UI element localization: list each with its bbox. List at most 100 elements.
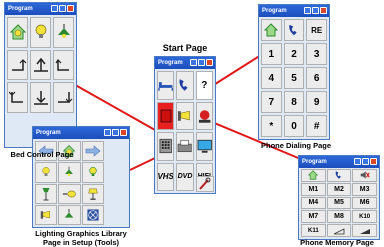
phone-button[interactable] (176, 71, 194, 100)
close-button[interactable] (320, 7, 327, 14)
lighting-caption-line2: Page in Setup (Tools) (42, 238, 120, 247)
minimize-button[interactable] (51, 5, 58, 12)
lighting-caption-line1: Lighting Graphics Library (35, 229, 127, 238)
bed-up-button[interactable] (30, 49, 51, 80)
table-lamp-icon (88, 188, 98, 200)
minimize-button[interactable] (304, 7, 311, 14)
spotlight-button[interactable] (58, 183, 81, 204)
close-button[interactable] (120, 129, 127, 136)
bed-up-right-button[interactable] (53, 49, 74, 80)
lighting-button[interactable] (157, 101, 175, 130)
memory-m4-button[interactable]: M4 (301, 196, 326, 210)
key-5-button[interactable]: 5 (283, 67, 305, 89)
memory-label: M5 (334, 199, 344, 207)
bed-down-left-button[interactable] (7, 82, 28, 113)
memory-m5-button[interactable]: M5 (326, 196, 352, 210)
key-8-button[interactable]: 8 (283, 91, 305, 113)
vhs-button[interactable]: VHS (157, 162, 175, 191)
tv-button[interactable] (195, 132, 213, 161)
wall-lamp-icon (178, 110, 191, 121)
bulb-green-button[interactable] (81, 162, 104, 183)
memory-m3-button[interactable]: M3 (352, 182, 377, 196)
key-label: 8 (291, 96, 297, 108)
key-9-button[interactable]: 9 (306, 91, 327, 113)
bed-icon (158, 82, 174, 91)
key-hash-button[interactable]: # (306, 115, 327, 137)
memory-m6-button[interactable]: M6 (352, 196, 377, 210)
minimize-button[interactable] (190, 59, 197, 66)
memory-m2-button[interactable]: M2 (326, 182, 352, 196)
house-icon (264, 23, 279, 37)
phone-dialing-button[interactable] (157, 132, 175, 161)
key-2-button[interactable]: 2 (283, 43, 305, 65)
volume-down-icon (333, 227, 345, 234)
key-3-button[interactable]: 3 (306, 43, 327, 65)
volume-up-icon (359, 228, 370, 234)
help-info-button[interactable]: ? (195, 71, 213, 100)
wall-lamp-button[interactable] (35, 204, 58, 225)
close-button[interactable] (370, 158, 377, 165)
key-1-button[interactable]: 1 (261, 43, 282, 65)
ceiling-lamp-button[interactable] (58, 162, 81, 183)
ceiling-lamp-button[interactable] (53, 17, 74, 48)
bed-down-right-button[interactable] (53, 82, 74, 113)
fax-button[interactable] (176, 132, 194, 161)
phone-icon (289, 24, 297, 36)
titlebar: Program (155, 57, 215, 69)
dvd-button[interactable]: DVD (176, 162, 194, 191)
house-icon (308, 170, 319, 181)
help-button[interactable] (59, 5, 66, 12)
key-4-button[interactable]: 4 (261, 67, 282, 89)
key-7-button[interactable]: 7 (261, 91, 282, 113)
vhs-label: VHS (157, 172, 174, 182)
setup-tools-button[interactable] (196, 176, 214, 192)
memory-k11-button[interactable]: K11 (301, 224, 326, 237)
home-button[interactable] (261, 19, 282, 41)
minimize-button[interactable] (354, 158, 361, 165)
home-button[interactable] (7, 17, 28, 48)
bed-arrow-up-right-icon (55, 58, 69, 71)
floor-lamp-button[interactable] (35, 183, 58, 204)
memory-label: M3 (359, 185, 370, 193)
key-star-button[interactable]: * (261, 115, 282, 137)
volume-up-button[interactable] (352, 224, 377, 237)
help-button[interactable] (112, 129, 119, 136)
memory-m1-button[interactable]: M1 (301, 182, 326, 196)
help-button[interactable] (362, 158, 369, 165)
redial-label: RE (311, 25, 323, 35)
key-6-button[interactable]: 6 (306, 67, 327, 89)
mute-button[interactable] (352, 169, 377, 182)
light-bulb-button[interactable] (30, 17, 51, 48)
light-bulb-icon (35, 24, 46, 39)
close-button[interactable] (67, 5, 74, 12)
titlebar: Program (259, 5, 329, 17)
forward-arrow-button[interactable] (81, 141, 104, 162)
memory-m8-button[interactable]: M8 (326, 210, 352, 224)
volume-down-button[interactable] (326, 224, 352, 237)
minimize-button[interactable] (104, 129, 111, 136)
fan-button[interactable] (81, 204, 104, 225)
bed-control-button[interactable] (157, 71, 175, 100)
table-lamp-button[interactable] (81, 183, 104, 204)
close-button[interactable] (206, 59, 213, 66)
help-button[interactable] (312, 7, 319, 14)
bed-down-button[interactable] (30, 82, 51, 113)
pendant-lamp-icon (65, 208, 74, 218)
memory-m7-button[interactable]: M7 (301, 210, 326, 224)
home-button[interactable] (301, 169, 326, 182)
phone-button[interactable] (283, 19, 305, 41)
key-0-button[interactable]: 0 (283, 115, 305, 137)
redial-button[interactable]: RE (306, 19, 327, 41)
floor-lamp-icon (42, 187, 50, 201)
dvd-label: DVD (177, 173, 193, 181)
phone-button[interactable] (326, 169, 352, 182)
bulb-button[interactable] (35, 162, 58, 183)
help-button[interactable] (198, 59, 205, 66)
lamp-button[interactable] (58, 204, 81, 225)
house-bulb-icon (9, 24, 26, 40)
memory-k10-button[interactable]: K10 (352, 210, 377, 224)
lighting-graphics-button[interactable] (176, 101, 194, 130)
alarm-button[interactable] (195, 101, 213, 130)
memory-label: M7 (308, 213, 319, 221)
bed-up-left-button[interactable] (7, 49, 28, 80)
